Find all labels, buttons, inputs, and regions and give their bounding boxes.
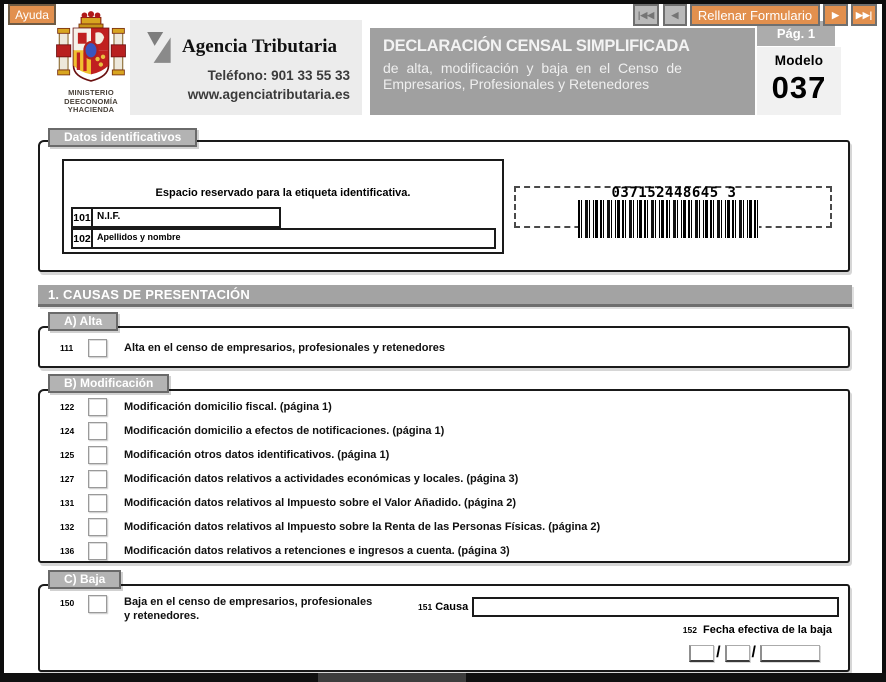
agency-phone: Teléfono: 901 33 55 33: [188, 66, 350, 85]
checkbox-111-alta[interactable]: [88, 339, 107, 357]
prev-page-icon: ◀: [672, 10, 679, 21]
row-150: 150 Baja en el censo de empresarios, pro…: [60, 595, 372, 615]
barcode-number: 037152448645 3: [564, 185, 784, 201]
apellidos-nombre-field-label: Apellidos y nombre: [97, 232, 181, 242]
tab-datos-identificativos: Datos identificativos: [48, 128, 197, 147]
row-label-125: Modificación otros datos identificativos…: [124, 449, 389, 461]
datos-identificativos-box: Espacio reservado para la etiqueta ident…: [38, 140, 850, 272]
baja-box: 150 Baja en el censo de empresarios, pro…: [38, 584, 850, 672]
alta-box: 111 Alta en el censo de empresarios, pro…: [38, 326, 850, 368]
agencia-tributaria-logo-icon: [144, 30, 176, 66]
last-page-button[interactable]: ▶▶|: [851, 4, 877, 26]
row-131: 131 Modificación datos relativos al Impu…: [60, 493, 516, 513]
first-page-icon: |◀◀: [638, 10, 654, 21]
row-132: 132 Modificación datos relativos al Impu…: [60, 517, 600, 537]
barcode-zone: 037152448645 3: [514, 186, 832, 228]
agency-name: Agencia Tributaria: [182, 36, 337, 58]
row-label-127: Modificación datos relativos a actividad…: [124, 473, 518, 485]
row-label-136: Modificación datos relativos a retencion…: [124, 545, 510, 557]
row-code-111: 111: [60, 343, 88, 353]
row-code-132: 132: [60, 522, 88, 532]
causa-input[interactable]: [472, 597, 839, 617]
etiqueta-box: Espacio reservado para la etiqueta ident…: [62, 159, 504, 254]
tab-alta: A) Alta: [48, 312, 118, 331]
form-subtitle-line2: Empresarios, Profesionales y Retenedores: [383, 76, 755, 92]
model-label: Modelo: [757, 53, 841, 68]
prev-page-button[interactable]: ◀: [663, 4, 687, 26]
causa-code: 151: [418, 602, 432, 612]
nif-field[interactable]: N.I.F.: [93, 207, 281, 228]
row-111: 111 Alta en el censo de empresarios, pro…: [60, 338, 445, 358]
fecha-baja-label-group: 152 Fecha efectiva de la baja: [683, 624, 832, 636]
checkbox-124-domicilio-notificaciones[interactable]: [88, 422, 107, 440]
date-separator: /: [716, 644, 720, 662]
row-code-127: 127: [60, 474, 88, 484]
checkbox-132-irpf[interactable]: [88, 518, 107, 536]
fill-form-button[interactable]: Rellenar Formulario: [690, 4, 820, 26]
page-edge-segment: [318, 673, 466, 682]
causa-label: Causa: [435, 601, 468, 613]
nif-field-code: 101: [71, 207, 93, 228]
row-124: 124 Modificación domicilio a efectos de …: [60, 421, 444, 441]
row-label-150-line2: y retenedores.: [124, 610, 199, 622]
checkbox-136-retenciones[interactable]: [88, 542, 107, 560]
fecha-code: 152: [683, 625, 697, 635]
checkbox-150-baja[interactable]: [88, 595, 107, 613]
checkbox-122-domicilio-fiscal[interactable]: [88, 398, 107, 416]
date-separator: /: [752, 644, 756, 662]
agency-header-box: Agencia Tributaria Teléfono: 901 33 55 3…: [130, 20, 362, 115]
checkbox-125-otros-datos[interactable]: [88, 446, 107, 464]
row-122: 122 Modificación domicilio fiscal. (pági…: [60, 397, 332, 417]
barcode-icon: [578, 200, 759, 238]
nombre-field-code: 102: [71, 228, 93, 249]
checkbox-127-actividades[interactable]: [88, 470, 107, 488]
form-title-box: DECLARACIÓN CENSAL SIMPLIFICADA de alta,…: [370, 28, 755, 115]
agency-website[interactable]: www.agenciatributaria.es: [188, 85, 350, 104]
causa-field-group: 151 Causa: [418, 597, 839, 617]
fecha-label: Fecha efectiva de la baja: [703, 624, 832, 636]
nif-field-label: N.I.F.: [97, 211, 120, 222]
ministry-line-3: YHACIENDA: [52, 106, 130, 115]
row-code-136: 136: [60, 546, 88, 556]
tab-modificacion: B) Modificación: [48, 374, 169, 393]
fecha-baja-day-input[interactable]: [689, 645, 714, 662]
row-label-132: Modificación datos relativos al Impuesto…: [124, 521, 600, 533]
row-code-131: 131: [60, 498, 88, 508]
fecha-baja-month-input[interactable]: [725, 645, 750, 662]
coat-of-arms-icon: [56, 10, 126, 84]
form-subtitle-line1: de alta, modificación y baja en el Censo…: [383, 60, 755, 76]
model-box: Modelo 037: [757, 47, 841, 115]
form-037-page: Ayuda |◀◀ ◀ Rellenar Formulario ▶ ▶▶|: [0, 0, 886, 682]
row-code-150: 150: [60, 595, 88, 608]
fecha-baja-inputs: / /: [689, 644, 820, 662]
tab-baja: C) Baja: [48, 570, 121, 589]
model-number: 037: [757, 70, 841, 106]
row-136: 136 Modificación datos relativos a reten…: [60, 541, 510, 561]
next-page-icon: ▶: [832, 10, 839, 21]
row-125: 125 Modificación otros datos identificat…: [60, 445, 389, 465]
row-code-124: 124: [60, 426, 88, 436]
row-label-124: Modificación domicilio a efectos de noti…: [124, 425, 444, 437]
next-page-button[interactable]: ▶: [823, 4, 848, 26]
help-button[interactable]: Ayuda: [8, 4, 56, 25]
last-page-icon: ▶▶|: [856, 10, 872, 21]
row-127: 127 Modificación datos relativos a activ…: [60, 469, 518, 489]
modificacion-box: 122 Modificación domicilio fiscal. (pági…: [38, 389, 850, 563]
apellidos-nombre-field[interactable]: Apellidos y nombre: [93, 228, 496, 249]
checkbox-131-iva[interactable]: [88, 494, 107, 512]
fecha-baja-year-input[interactable]: [760, 645, 820, 662]
row-label-122: Modificación domicilio fiscal. (página 1…: [124, 401, 332, 413]
page-bottom-edge: [0, 673, 886, 682]
row-code-122: 122: [60, 402, 88, 412]
row-label-111: Alta en el censo de empresarios, profesi…: [124, 342, 445, 354]
section-causas-header: 1. CAUSAS DE PRESENTACIÓN: [38, 285, 852, 307]
row-label-131: Modificación datos relativos al Impuesto…: [124, 497, 516, 509]
first-page-button[interactable]: |◀◀: [633, 4, 659, 26]
row-code-125: 125: [60, 450, 88, 460]
spain-coat-of-arms: MINISTERIO DEECONOMÍA YHACIENDA: [52, 10, 130, 115]
row-label-150-line1: Baja en el censo de empresarios, profesi…: [124, 596, 372, 608]
etiqueta-caption: Espacio reservado para la etiqueta ident…: [64, 187, 502, 199]
form-title: DECLARACIÓN CENSAL SIMPLIFICADA: [383, 37, 755, 56]
